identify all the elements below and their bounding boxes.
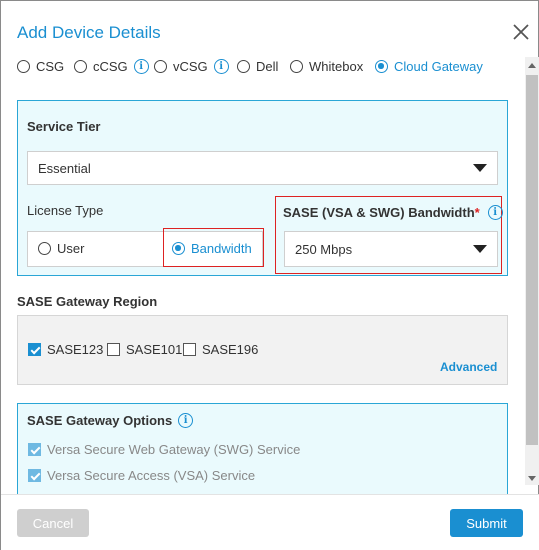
bandwidth-label-text: SASE (VSA & SWG) Bandwidth [283, 205, 475, 220]
radio-icon [237, 60, 250, 73]
dialog-title: Add Device Details [17, 23, 161, 42]
checkbox-icon [183, 343, 196, 356]
license-option-user[interactable]: User [38, 241, 84, 256]
gateway-options-label-text: SASE Gateway Options [27, 413, 173, 428]
required-mark: * [474, 205, 480, 220]
bandwidth-label: SASE (VSA & SWG) Bandwidth * i [283, 205, 503, 220]
gateway-option-label: Versa Secure Web Gateway (SWG) Service [47, 442, 301, 457]
info-icon[interactable]: i [213, 59, 229, 74]
scrollbar-thumb[interactable] [526, 75, 538, 445]
add-device-dialog: Add Device Details CSG cCSG i vCSG i Del… [0, 0, 539, 550]
dialog-footer: Cancel Submit [1, 495, 539, 550]
gateway-region-label: SASE Gateway Region [17, 294, 158, 309]
device-type-dell[interactable]: Dell [237, 59, 278, 74]
device-type-label: Dell [256, 59, 279, 74]
option-checkbox-vsa[interactable]: Versa Secure Access (VSA) Service [28, 468, 255, 483]
device-type-cloud-gateway[interactable]: Cloud Gateway [375, 59, 483, 74]
service-tier-select[interactable]: Essential [27, 151, 498, 185]
region-option-label: SASE123 [47, 342, 104, 357]
gateway-options-label: SASE Gateway Options i [27, 413, 194, 428]
option-checkbox-swg[interactable]: Versa Secure Web Gateway (SWG) Service [28, 442, 300, 457]
license-option-label: Bandwidth [191, 241, 252, 256]
info-icon[interactable]: i [133, 59, 149, 74]
info-icon[interactable]: i [178, 413, 194, 428]
radio-icon [38, 242, 51, 255]
device-type-csg[interactable]: CSG [17, 59, 64, 74]
region-option-label: SASE101 [126, 342, 183, 357]
region-checkbox-sase196[interactable]: SASE196 [183, 342, 258, 357]
advanced-link[interactable]: Advanced [440, 360, 497, 374]
radio-selected-icon [172, 242, 185, 255]
radio-icon [154, 60, 167, 73]
device-type-whitebox[interactable]: Whitebox [290, 59, 363, 74]
bandwidth-select[interactable]: 250 Mbps [284, 231, 498, 267]
license-option-label: User [57, 241, 85, 256]
device-type-label: Cloud Gateway [394, 59, 483, 74]
device-type-label: vCSG [173, 59, 208, 74]
region-checkbox-sase101[interactable]: SASE101 [107, 342, 182, 357]
region-checkbox-sase123[interactable]: SASE123 [28, 342, 103, 357]
scroll-down-icon[interactable] [528, 476, 536, 481]
checkbox-icon [107, 343, 120, 356]
radio-icon [74, 60, 87, 73]
device-type-label: cCSG [93, 59, 128, 74]
region-option-label: SASE196 [202, 342, 259, 357]
submit-button[interactable]: Submit [450, 509, 523, 537]
gateway-option-label: Versa Secure Access (VSA) Service [47, 468, 256, 483]
scroll-up-icon[interactable] [528, 63, 536, 68]
checkbox-checked-icon [28, 443, 41, 456]
vertical-scrollbar[interactable] [525, 57, 539, 485]
device-type-label: CSG [36, 59, 65, 74]
license-type-label: License Type [27, 203, 104, 218]
service-tier-value: Essential [38, 160, 91, 176]
checkbox-checked-icon [28, 343, 41, 356]
radio-icon [290, 60, 303, 73]
bandwidth-value: 250 Mbps [295, 241, 353, 257]
radio-selected-icon [375, 60, 388, 73]
chevron-down-icon [473, 245, 487, 253]
device-type-vcsg[interactable]: vCSG i [154, 59, 229, 74]
device-type-label: Whitebox [309, 59, 364, 74]
checkbox-checked-icon [28, 469, 41, 482]
service-tier-label: Service Tier [27, 119, 101, 134]
close-icon[interactable] [510, 21, 532, 43]
cancel-button[interactable]: Cancel [17, 509, 89, 537]
radio-icon [17, 60, 30, 73]
device-type-ccsg[interactable]: cCSG i [74, 59, 149, 74]
chevron-down-icon [473, 164, 487, 172]
service-tier-panel: Service Tier Essential License Type User… [17, 100, 508, 276]
license-option-bandwidth[interactable]: Bandwidth [172, 241, 252, 256]
info-icon[interactable]: i [487, 205, 503, 220]
